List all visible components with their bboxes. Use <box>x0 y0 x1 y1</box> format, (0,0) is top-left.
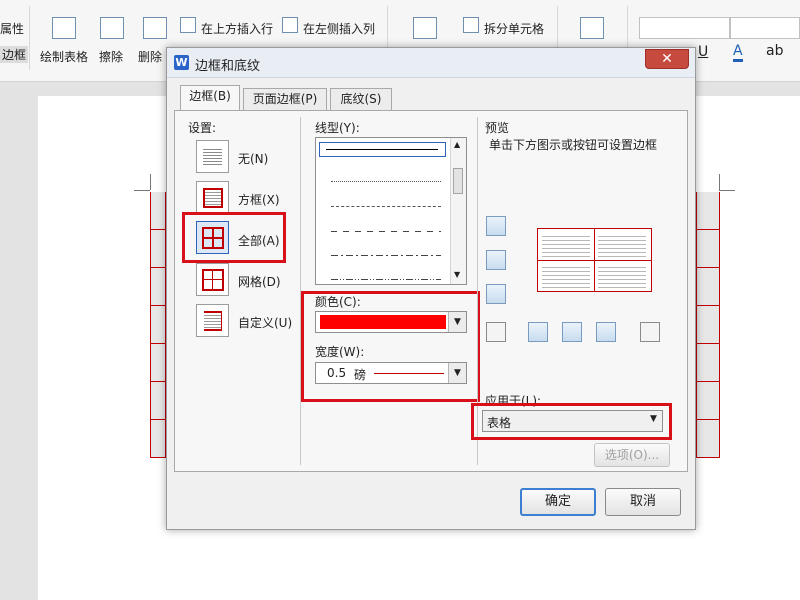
eraser-icon[interactable] <box>100 17 124 39</box>
top-border-icon[interactable] <box>486 216 506 236</box>
apply-to-value: 表格 <box>487 416 512 430</box>
ok-button[interactable]: 确定 <box>520 488 596 516</box>
chevron-down-icon[interactable]: ▼ <box>650 414 657 424</box>
change-case-button[interactable]: ab <box>766 43 783 59</box>
dialog-title: 边框和底纹 <box>195 59 261 74</box>
tab-page-border[interactable]: 页面边框(P) <box>243 88 327 110</box>
chevron-down-icon[interactable]: ▼ <box>448 363 466 383</box>
font-color-button[interactable]: A <box>733 43 743 62</box>
cancel-button[interactable]: 取消 <box>605 488 681 516</box>
setting-custom[interactable]: 自定义(U) <box>238 314 292 331</box>
corner-mark <box>134 190 150 191</box>
split-cells-icon[interactable] <box>463 17 479 33</box>
font-name-combo[interactable] <box>639 17 730 39</box>
setting-box[interactable]: 方框(X) <box>238 191 280 208</box>
preview-hint: 单击下方图示或按钮可设置边框 <box>489 138 658 152</box>
inside-vertical-border-icon[interactable] <box>562 322 582 342</box>
setting-custom-icon[interactable] <box>196 304 229 337</box>
width-line-sample <box>374 373 444 374</box>
color-label: 颜色(C): <box>315 295 361 309</box>
line-style-dash-dot-dot[interactable] <box>331 279 441 280</box>
insert-col-left-button[interactable]: 在左侧插入列 <box>303 20 375 37</box>
width-combo[interactable]: 0.5 磅 ▼ <box>315 362 467 384</box>
tab-shading[interactable]: 底纹(S) <box>330 88 392 110</box>
split-cells-button[interactable]: 拆分单元格 <box>484 20 544 37</box>
scroll-down-icon[interactable]: ▼ <box>454 270 460 279</box>
ribbon-separator <box>29 6 30 70</box>
insert-row-above-button[interactable]: 在上方插入行 <box>201 20 273 37</box>
draw-table-icon[interactable] <box>52 17 76 39</box>
scroll-thumb[interactable] <box>453 168 463 194</box>
line-style-dotted[interactable] <box>331 181 441 182</box>
setting-none[interactable]: 无(N) <box>238 150 268 167</box>
line-style-dash-dot[interactable] <box>331 255 441 256</box>
table-left-column[interactable] <box>150 192 166 458</box>
scroll-up-icon[interactable]: ▲ <box>454 140 460 149</box>
width-unit: 磅 <box>354 368 367 382</box>
diagonal-down-border-icon[interactable] <box>486 322 506 342</box>
color-swatch <box>320 315 446 329</box>
cell-align-icon[interactable] <box>580 17 604 39</box>
chevron-down-icon[interactable]: ▼ <box>448 312 466 332</box>
apply-to-combo[interactable]: 表格 ▼ <box>482 410 663 432</box>
line-style-label: 线型(Y): <box>315 121 360 135</box>
left-border-icon[interactable] <box>528 322 548 342</box>
width-label: 宽度(W): <box>315 345 365 359</box>
highlight-setting-all <box>182 212 286 263</box>
preview-diagram[interactable] <box>537 228 652 292</box>
app-logo-icon: W <box>174 55 189 70</box>
corner-mark <box>150 174 151 190</box>
setting-grid-icon[interactable] <box>196 263 229 296</box>
right-border-icon[interactable] <box>596 322 616 342</box>
setting-none-icon[interactable] <box>196 140 229 173</box>
merge-cells-icon[interactable] <box>413 17 437 39</box>
width-value: 0.5 <box>327 366 347 380</box>
options-button[interactable]: 选项(O)... <box>594 443 670 467</box>
line-style-dashed[interactable] <box>331 231 441 232</box>
dialog-titlebar[interactable]: W 边框和底纹 ✕ <box>167 48 695 78</box>
color-combo[interactable]: ▼ <box>315 311 467 333</box>
insert-col-left-icon[interactable] <box>282 17 298 33</box>
underline-button[interactable]: U <box>698 44 708 60</box>
corner-mark <box>719 190 735 191</box>
font-size-combo[interactable] <box>730 17 800 39</box>
draw-table-button[interactable]: 绘制表格 <box>40 48 88 65</box>
corner-mark <box>719 174 720 190</box>
delete-table-icon[interactable] <box>143 17 167 39</box>
border-label[interactable]: 边框 <box>0 46 29 63</box>
tab-borders[interactable]: 边框(B) <box>180 85 240 110</box>
line-style-scrollbar[interactable]: ▲ ▼ <box>450 138 466 284</box>
settings-label: 设置: <box>188 121 217 135</box>
delete-button[interactable]: 删除 <box>138 48 162 65</box>
close-icon: ✕ <box>661 51 673 67</box>
inside-horizontal-border-icon[interactable] <box>486 250 506 270</box>
erase-button[interactable]: 擦除 <box>99 48 123 65</box>
line-style-solid-selected[interactable] <box>319 142 446 157</box>
borders-and-shading-dialog: W 边框和底纹 ✕ 边框(B) 页面边框(P) 底纹(S) 设置: 无(N) 方… <box>166 47 696 530</box>
table-right-column[interactable] <box>696 192 720 458</box>
bottom-border-icon[interactable] <box>486 284 506 304</box>
insert-row-above-icon[interactable] <box>180 17 196 33</box>
close-button[interactable]: ✕ <box>645 49 689 69</box>
setting-grid[interactable]: 网格(D) <box>238 273 281 290</box>
line-style-dashed-small[interactable] <box>331 206 441 207</box>
borders-tab-panel: 设置: 无(N) 方框(X) 全部(A) 网格(D) 自定义(U) 线型(Y): <box>174 110 688 472</box>
line-style-list[interactable]: ▲ ▼ <box>315 137 467 285</box>
setting-box-icon[interactable] <box>196 181 229 214</box>
properties-label[interactable]: 属性 <box>0 20 24 37</box>
diagonal-up-border-icon[interactable] <box>640 322 660 342</box>
preview-label: 预览 <box>485 121 510 135</box>
